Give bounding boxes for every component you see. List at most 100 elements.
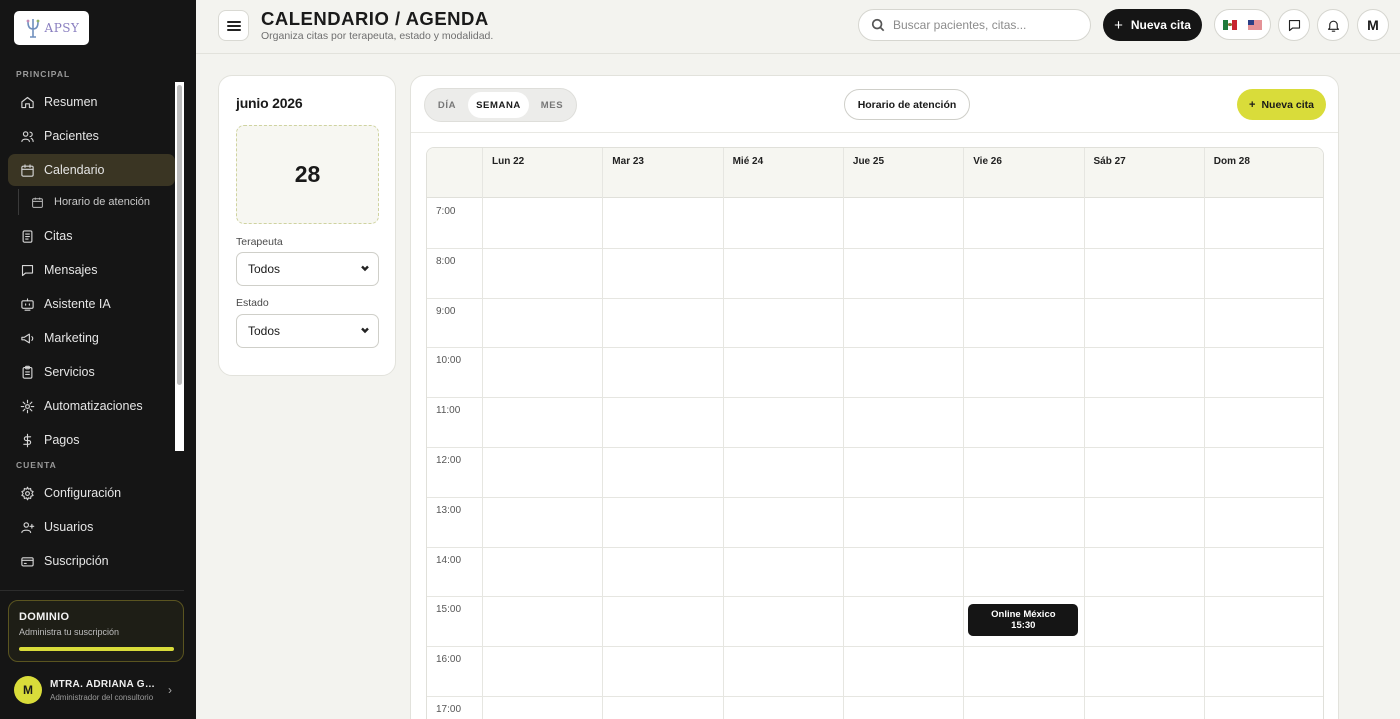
status-select[interactable]: Todos <box>236 314 379 348</box>
time-label: 11:00 <box>436 405 461 417</box>
plan-subtitle: Administra tu suscripción <box>19 627 120 637</box>
plan-progress-bar <box>19 647 174 651</box>
day-header: Lun 22 <box>482 148 602 198</box>
time-label: 7:00 <box>436 206 456 217</box>
us-flag-icon[interactable] <box>1248 19 1262 30</box>
bot-icon <box>20 297 35 312</box>
sidebar-item-resumen[interactable]: Resumen <box>8 86 175 118</box>
sidebar-scrollbar-thumb[interactable] <box>177 85 182 385</box>
calendar-icon <box>20 163 35 178</box>
users-icon <box>20 129 35 144</box>
day-column-divider <box>1083 148 1085 719</box>
day-column-divider <box>482 148 483 719</box>
plan-card[interactable]: DOMINIO Administra tu suscripción <box>8 600 184 662</box>
sidebar-item-suscripcion[interactable]: Suscripción <box>8 545 175 577</box>
week-grid-header: Lun 22 Mar 23 Mié 24 Jue 25 Vie 26 Sáb 27 Dom … <box>427 148 1323 198</box>
sidebar-item-asistente-ia[interactable]: Asistente IA <box>8 288 175 320</box>
sidebar-subitem-horario[interactable]: Horario de atención <box>18 189 175 215</box>
user-profile[interactable]: M MTRA. ADRIANA GUADALUPE Administrador … <box>14 675 180 705</box>
sidebar: APSY PRINCIPAL Resumen Pacientes Calenda… <box>0 0 196 719</box>
therapist-label: Terapeuta <box>236 236 283 248</box>
logo-icon <box>26 19 39 38</box>
sidebar-item-label: Usuarios <box>44 520 94 534</box>
logo[interactable]: APSY <box>14 11 89 45</box>
sidebar-item-label: Mensajes <box>44 263 98 277</box>
time-label: 17:00 <box>436 704 462 715</box>
sidebar-item-marketing[interactable]: Marketing <box>8 322 175 354</box>
calendar-divider <box>411 132 1338 133</box>
month-label: junio 2026 <box>236 95 303 111</box>
plan-title: DOMINIO <box>19 611 70 623</box>
credit-card-icon <box>20 554 35 569</box>
sidebar-item-pagos[interactable]: Pagos <box>8 424 175 456</box>
sidebar-item-label: Marketing <box>44 331 99 345</box>
user-avatar-button[interactable]: M <box>1357 9 1389 41</box>
time-label: 9:00 <box>436 305 456 317</box>
hour-divider <box>427 297 1323 299</box>
therapist-select[interactable]: Todos <box>236 252 379 286</box>
menu-toggle-button[interactable] <box>218 10 249 41</box>
chat-icon <box>1288 19 1300 31</box>
hour-divider <box>427 247 1323 249</box>
day-column-divider <box>602 148 604 719</box>
new-appointment-accent-label: Nueva cita <box>1261 98 1314 111</box>
sidebar-item-mensajes[interactable]: Mensajes <box>8 254 175 286</box>
time-label: 15:00 <box>436 604 462 616</box>
section-label-principal: PRINCIPAL <box>16 69 71 79</box>
status-select-value: Todos <box>248 324 281 338</box>
hour-divider <box>427 596 1323 598</box>
day-header: Sáb 27 <box>1083 148 1204 198</box>
chevron-down-icon <box>360 324 370 338</box>
dollar-icon <box>20 433 35 448</box>
search-box[interactable] <box>858 9 1091 41</box>
chevron-right-icon: › <box>168 683 172 697</box>
section-label-cuenta: CUENTA <box>16 460 57 470</box>
day-column-divider <box>842 148 844 719</box>
sidebar-item-configuracion[interactable]: Configuración <box>8 477 175 509</box>
mexico-flag-icon[interactable] <box>1223 19 1238 30</box>
hour-divider <box>427 447 1323 448</box>
tab-mes[interactable]: MES <box>533 92 571 118</box>
new-appointment-button[interactable]: + Nueva cita <box>1103 9 1202 41</box>
time-label: 14:00 <box>436 554 462 566</box>
time-label: 13:00 <box>436 504 462 516</box>
tab-semana[interactable]: SEMANA <box>468 92 529 118</box>
day-column-divider <box>722 148 724 719</box>
view-tabs: DÍA SEMANA MES <box>424 88 577 122</box>
clipboard-icon <box>20 229 35 244</box>
sidebar-scrollbar[interactable] <box>175 82 184 451</box>
hamburger-icon <box>226 20 241 31</box>
sidebar-item-calendario[interactable]: Calendario <box>8 154 175 186</box>
sidebar-item-usuarios[interactable]: Usuarios <box>8 511 175 543</box>
selected-day[interactable]: 28 <box>236 125 379 224</box>
sidebar-item-automatizaciones[interactable]: Automatizaciones <box>8 390 175 422</box>
day-column-divider <box>963 148 965 719</box>
notifications-button[interactable] <box>1317 9 1349 41</box>
appointment-time: 15:30 <box>1011 620 1036 632</box>
day-column-divider <box>1203 148 1205 719</box>
plus-icon: + <box>1114 16 1123 34</box>
sparkle-icon <box>20 399 35 414</box>
sidebar-item-citas[interactable]: Citas <box>8 220 175 252</box>
messages-button[interactable] <box>1278 9 1310 41</box>
tab-dia[interactable]: DÍA <box>430 92 464 118</box>
user-role: Administrador del consultorio <box>50 692 154 702</box>
megaphone-icon <box>20 331 35 346</box>
sidebar-item-pacientes[interactable]: Pacientes <box>8 120 175 152</box>
time-label: 16:00 <box>436 654 462 666</box>
week-grid: Lun 22 Mar 23 Mié 24 Jue 25 Vie 26 Sáb 27 Dom … <box>426 147 1324 719</box>
search-input[interactable] <box>893 18 1083 32</box>
sidebar-item-label: Pagos <box>44 433 80 447</box>
avatar: M <box>14 676 42 704</box>
hour-divider <box>427 546 1323 548</box>
sidebar-item-servicios[interactable]: Servicios <box>8 356 175 388</box>
sidebar-item-label: Servicios <box>44 365 95 379</box>
appointment-event[interactable]: Online México 15:30 <box>968 604 1079 637</box>
sidebar-item-label: Calendario <box>44 163 105 177</box>
chevron-down-icon <box>360 262 370 276</box>
user-plus-icon <box>20 520 35 535</box>
sidebar-item-label: Automatizaciones <box>44 399 143 413</box>
new-appointment-accent-button[interactable]: + Nueva cita <box>1237 89 1326 120</box>
office-hours-button[interactable]: Horario de atención <box>844 89 970 120</box>
hour-divider <box>427 347 1323 349</box>
